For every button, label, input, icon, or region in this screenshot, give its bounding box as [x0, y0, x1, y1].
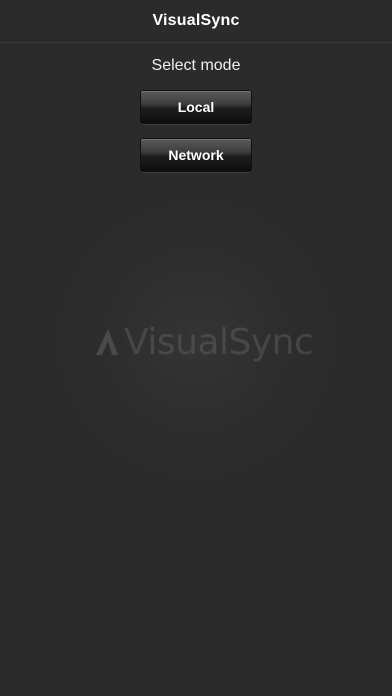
select-mode-label: Select mode [151, 57, 241, 74]
network-button[interactable]: Network [140, 138, 252, 172]
navigation-bar: VisualSync [0, 0, 392, 43]
watermark-logo: VisualSync [92, 320, 314, 364]
triangle-logo-icon [96, 329, 118, 355]
nav-title: VisualSync [152, 12, 240, 29]
app-screen: VisualSync VisualSync Select mode Local … [0, 0, 392, 696]
local-button[interactable]: Local [140, 90, 252, 124]
watermark-text: VisualSync [124, 321, 314, 363]
